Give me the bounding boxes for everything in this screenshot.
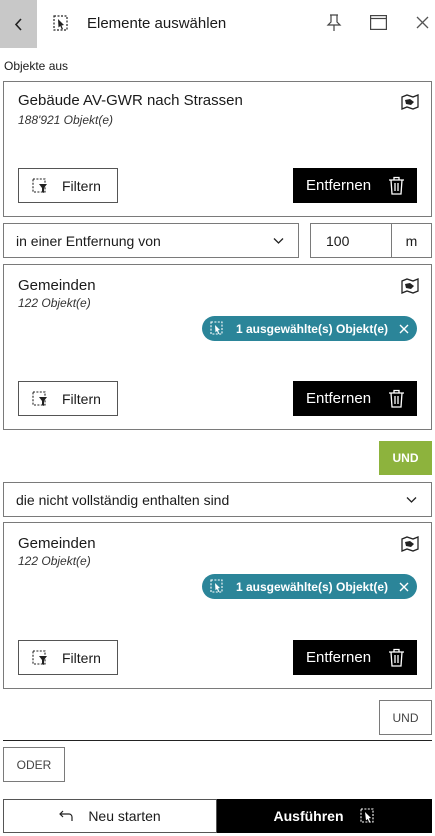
maximize-icon[interactable] [370, 15, 387, 30]
panel-title: Elemente auswählen [87, 15, 227, 32]
filter-icon [32, 177, 47, 193]
filter-button[interactable]: Filtern [18, 640, 118, 675]
target-layer-card-2: Gemeinden 122 Objekt(e) 1 ausgewählte(s)… [3, 522, 432, 689]
restart-icon [59, 810, 73, 821]
target-layer-card-1: Gemeinden 122 Objekt(e) 1 ausgewählte(s)… [3, 264, 432, 430]
trash-icon [389, 389, 404, 408]
pin-icon[interactable] [326, 14, 342, 32]
chip-close-icon[interactable] [399, 324, 409, 334]
divider [3, 740, 432, 741]
selection-chip[interactable]: 1 ausgewählte(s) Objekt(e) [201, 574, 417, 599]
restart-label: Neu starten [88, 808, 161, 824]
relation-select-1[interactable]: in einer Entfernung von [3, 223, 299, 258]
relation-select-value: die nicht vollständig enthalten sind [16, 491, 230, 508]
trash-icon [389, 176, 404, 195]
remove-label: Entfernen [306, 649, 372, 666]
selected-features-icon [210, 579, 223, 593]
distance-unit[interactable]: m [392, 224, 431, 257]
layer-count: 122 Objekt(e) [18, 554, 91, 568]
und-button-active[interactable]: UND [379, 441, 432, 475]
trash-icon [389, 648, 404, 667]
oder-button[interactable]: ODER [3, 747, 65, 782]
layer-count: 188'921 Objekt(e) [18, 113, 114, 127]
run-button[interactable]: Ausführen [217, 799, 432, 833]
remove-label: Entfernen [306, 177, 372, 194]
chip-close-icon[interactable] [399, 582, 409, 592]
selection-chip[interactable]: 1 ausgewählte(s) Objekt(e) [201, 316, 417, 341]
remove-button[interactable]: Entfernen [293, 168, 417, 203]
chip-label: 1 ausgewählte(s) Objekt(e) [235, 321, 388, 336]
distance-input[interactable]: 100 [311, 224, 392, 257]
filter-icon [32, 649, 47, 665]
chevron-left-icon [14, 17, 22, 31]
layer-map-icon [401, 94, 419, 110]
relation-select-value: in einer Entfernung von [16, 232, 161, 249]
chevron-down-icon [273, 238, 284, 244]
panel-header: Elemente auswählen [0, 0, 435, 48]
relation-select-2[interactable]: die nicht vollständig enthalten sind [3, 482, 432, 517]
selected-features-icon [210, 321, 223, 335]
filter-icon [32, 390, 47, 406]
layer-count: 122 Objekt(e) [18, 296, 91, 310]
chevron-down-icon [406, 497, 417, 503]
remove-button[interactable]: Entfernen [293, 381, 417, 416]
layer-title: Gemeinden [18, 535, 96, 552]
back-button[interactable] [0, 0, 37, 48]
section-label: Objekte aus [4, 59, 69, 73]
select-features-icon [53, 15, 68, 31]
layer-map-icon [401, 278, 419, 294]
distance-group: 100 m [310, 223, 432, 258]
filter-label: Filtern [62, 649, 101, 666]
filter-button[interactable]: Filtern [18, 168, 118, 203]
source-layer-card: Gebäude AV-GWR nach Strassen 188'921 Obj… [3, 81, 432, 217]
close-icon[interactable] [416, 16, 429, 29]
layer-title: Gebäude AV-GWR nach Strassen [18, 92, 243, 109]
remove-label: Entfernen [306, 390, 372, 407]
remove-button[interactable]: Entfernen [293, 640, 417, 675]
layer-title: Gemeinden [18, 277, 96, 294]
run-label: Ausführen [273, 808, 344, 824]
layer-map-icon [401, 536, 419, 552]
chip-label: 1 ausgewählte(s) Objekt(e) [235, 579, 388, 594]
select-features-icon [359, 808, 374, 823]
und-button[interactable]: UND [379, 700, 432, 735]
filter-label: Filtern [62, 177, 101, 194]
filter-button[interactable]: Filtern [18, 381, 118, 416]
footer-actions: Neu starten Ausführen [3, 799, 432, 833]
restart-button[interactable]: Neu starten [3, 799, 217, 833]
filter-label: Filtern [62, 390, 101, 407]
